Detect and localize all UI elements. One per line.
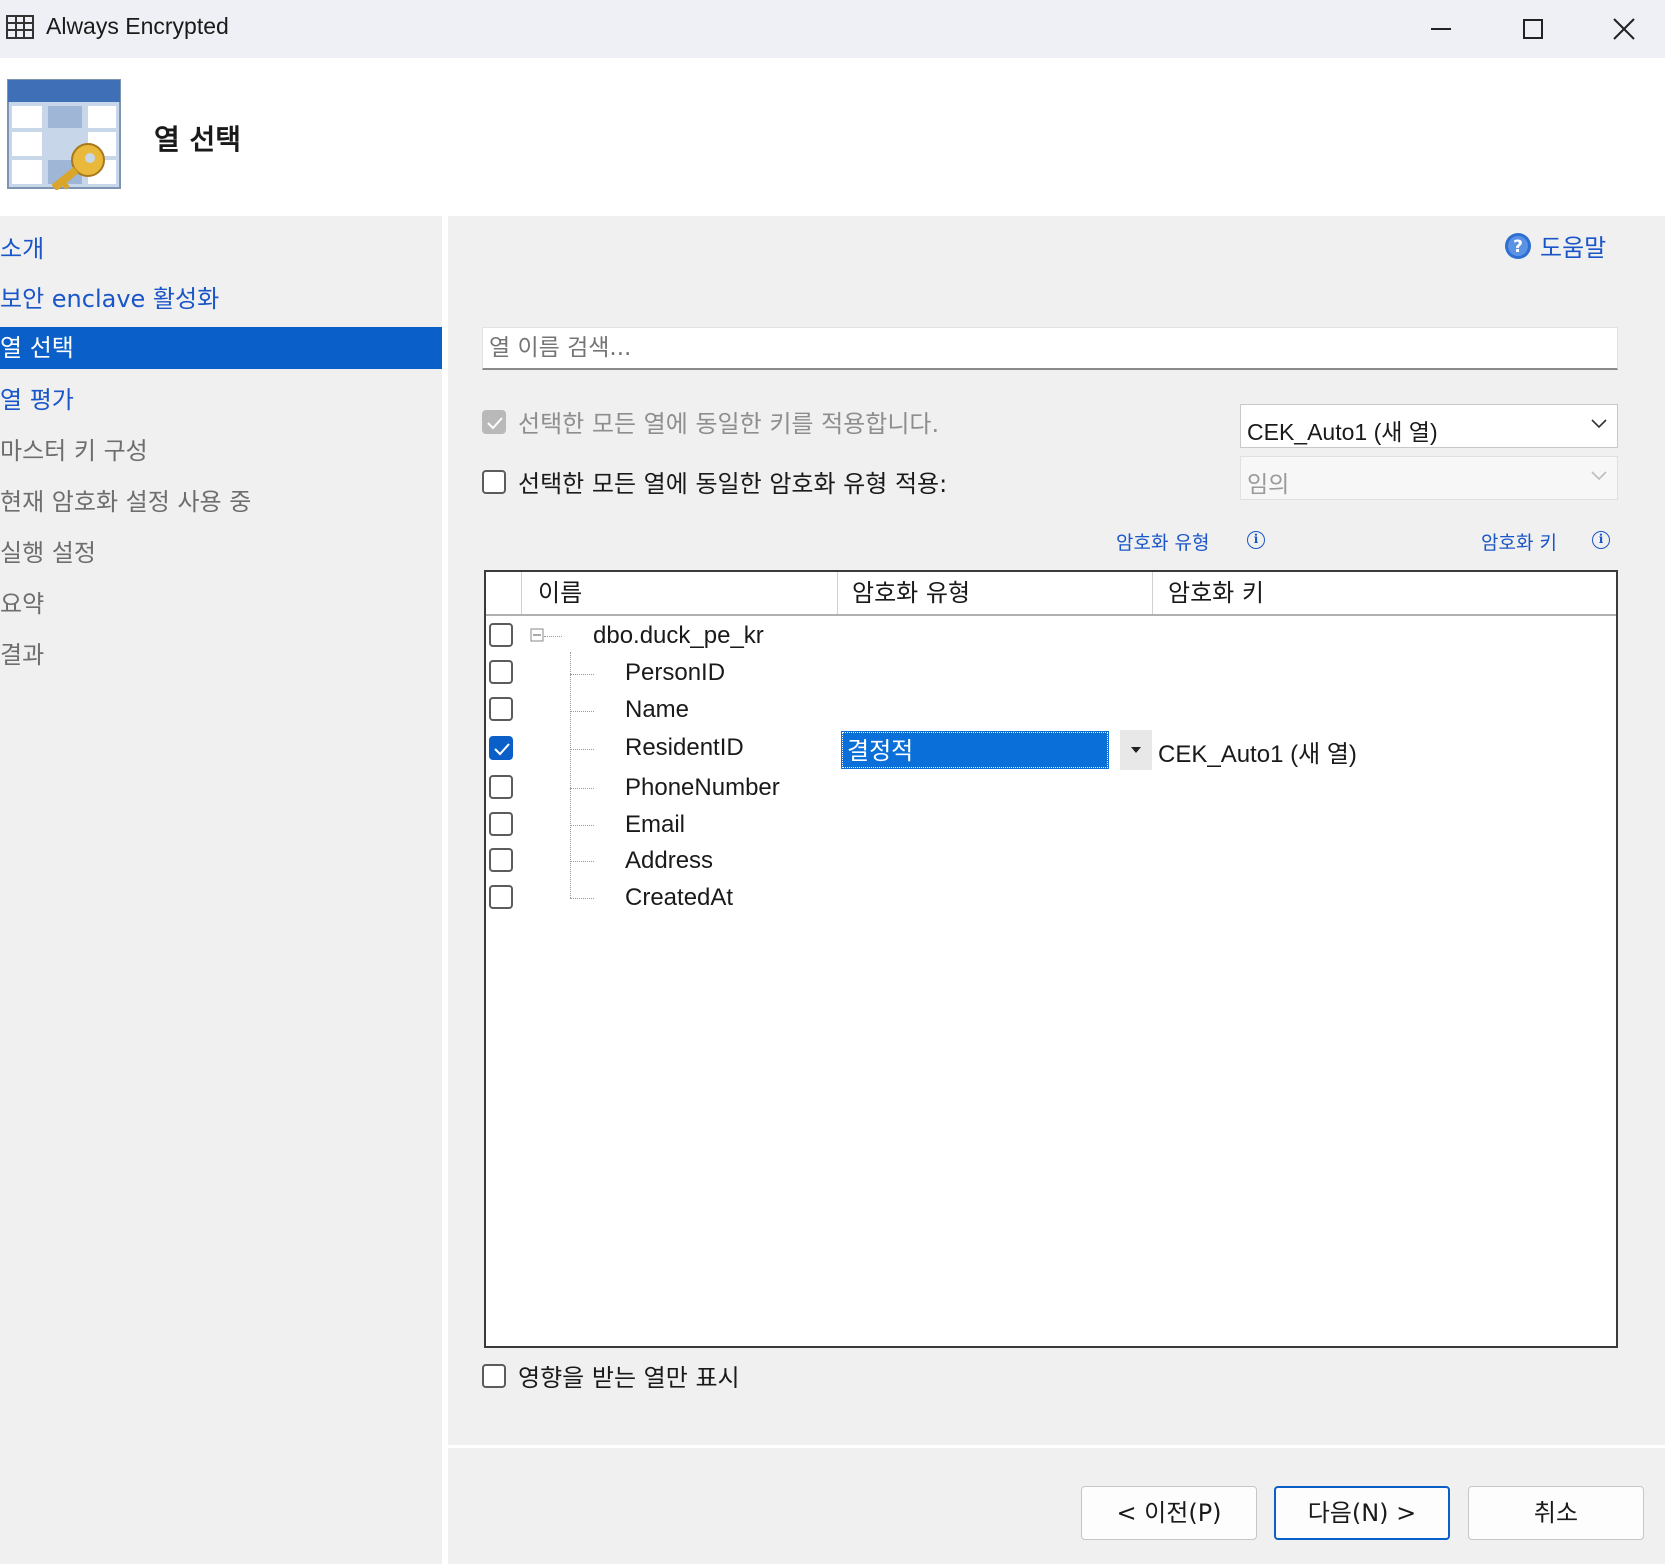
same-key-label: 선택한 모든 열에 동일한 키를 적용합니다.	[518, 410, 940, 438]
caret-down-icon	[1131, 747, 1141, 753]
sidebar-item-enable-enclave[interactable]: 보안 enclave 활성화	[0, 278, 442, 320]
column-row-name[interactable]: Address	[625, 847, 713, 875]
column-header-enc-type[interactable]: 암호화 유형	[852, 572, 970, 614]
same-key-checkbox	[482, 410, 506, 434]
encryption-type-info-link[interactable]: 암호화 유형	[1116, 528, 1209, 555]
close-icon	[1613, 18, 1635, 40]
tree-connector	[570, 825, 594, 826]
title-bar: Always Encrypted	[0, 0, 1665, 58]
window-title: Always Encrypted	[46, 13, 229, 39]
encryption-key-info-link[interactable]: 암호화 키	[1481, 528, 1557, 555]
tree-connector	[570, 788, 594, 789]
column-row-checkbox[interactable]	[489, 848, 513, 872]
previous-button[interactable]: < 이전(P)	[1081, 1486, 1257, 1540]
column-header-enc-key[interactable]: 암호화 키	[1168, 572, 1264, 614]
encryption-key-cell[interactable]: CEK_Auto1 (새 열)	[1158, 734, 1357, 769]
tree-connector	[570, 674, 594, 675]
column-row-checkbox[interactable]	[489, 812, 513, 836]
column-row-checkbox[interactable]	[489, 775, 513, 799]
help-circle-icon: ?	[1505, 232, 1531, 259]
encryption-type-combobox: 임의	[1240, 456, 1618, 500]
table-app-icon	[6, 15, 34, 39]
info-icon[interactable]: i	[1247, 531, 1265, 549]
info-icon[interactable]: i	[1592, 531, 1610, 549]
column-row-checkbox[interactable]	[489, 660, 513, 684]
tree-connector	[570, 861, 594, 862]
cancel-button[interactable]: 취소	[1468, 1486, 1644, 1540]
next-button[interactable]: 다음(N) >	[1274, 1486, 1450, 1540]
encryption-key-combobox[interactable]: CEK_Auto1 (새 열)	[1240, 404, 1618, 448]
sidebar-item-run-settings: 실행 설정	[0, 539, 96, 567]
wizard-header: 열 선택	[0, 58, 1665, 216]
column-row-checkbox[interactable]	[489, 885, 513, 909]
close-window-button[interactable]	[1578, 0, 1665, 58]
encrypted-table-key-icon	[7, 79, 121, 190]
column-row-checkbox[interactable]	[489, 736, 513, 760]
column-row-name[interactable]: Email	[625, 811, 685, 839]
column-separator	[837, 572, 838, 614]
page-title: 열 선택	[154, 123, 242, 156]
column-row-checkbox[interactable]	[489, 697, 513, 721]
encryption-type-dropdown-button[interactable]	[1120, 730, 1152, 770]
sidebar-item-column-selection[interactable]: 열 선택	[0, 327, 442, 369]
sidebar-item-current-settings: 현재 암호화 설정 사용 중	[0, 488, 252, 516]
encryption-type-cell[interactable]: 결정적	[841, 731, 1109, 769]
checkmark-icon	[494, 743, 510, 756]
tree-connector	[570, 749, 594, 750]
minimize-icon	[1431, 28, 1451, 30]
help-label: 도움말	[1540, 234, 1607, 262]
sidebar-item-results: 결과	[0, 641, 45, 669]
column-separator	[521, 572, 522, 614]
column-separator	[1152, 572, 1153, 614]
wizard-steps-sidebar: 소개 보안 enclave 활성화 열 선택 열 평가 마스터 키 구성 현재 …	[0, 216, 442, 1564]
column-row-name[interactable]: PhoneNumber	[625, 774, 780, 802]
svg-text:?: ?	[1513, 237, 1523, 257]
encryption-key-combobox-value: CEK_Auto1 (새 열)	[1247, 419, 1438, 445]
sidebar-item-intro[interactable]: 소개	[0, 228, 442, 270]
table-name[interactable]: dbo.duck_pe_kr	[593, 622, 764, 650]
affected-only-checkbox[interactable]	[482, 1364, 506, 1388]
column-row-name[interactable]: Name	[625, 696, 689, 724]
same-type-checkbox[interactable]	[482, 470, 506, 494]
column-search-input[interactable]	[482, 327, 1618, 370]
grid-header: 이름 암호화 유형 암호화 키	[486, 572, 1616, 616]
encryption-type-combobox-value: 임의	[1247, 471, 1290, 497]
table-row-checkbox[interactable]	[489, 623, 513, 647]
checkmark-icon	[487, 417, 503, 430]
sidebar-item-master-key: 마스터 키 구성	[0, 437, 148, 465]
minimize-button[interactable]	[1395, 0, 1487, 58]
tree-connector	[570, 898, 594, 899]
same-type-label: 선택한 모든 열에 동일한 암호화 유형 적용:	[518, 470, 948, 498]
column-row-name[interactable]: CreatedAt	[625, 884, 733, 912]
column-row-name[interactable]: ResidentID	[625, 734, 744, 762]
sidebar-item-column-evaluation[interactable]: 열 평가	[0, 379, 442, 421]
help-link[interactable]: ? 도움말	[1504, 228, 1606, 263]
collapse-toggle-icon[interactable]	[530, 628, 544, 642]
column-header-name[interactable]: 이름	[538, 572, 582, 614]
chevron-down-icon	[1591, 419, 1607, 429]
chevron-down-icon	[1591, 471, 1607, 481]
affected-only-label: 영향을 받는 열만 표시	[518, 1364, 740, 1392]
maximize-button[interactable]	[1487, 0, 1579, 58]
maximize-icon	[1523, 19, 1543, 39]
tree-connector	[544, 636, 562, 637]
tree-connector	[570, 711, 594, 712]
footer-separator	[448, 1445, 1665, 1447]
column-row-name[interactable]: PersonID	[625, 659, 725, 687]
sidebar-item-summary: 요약	[0, 590, 45, 618]
